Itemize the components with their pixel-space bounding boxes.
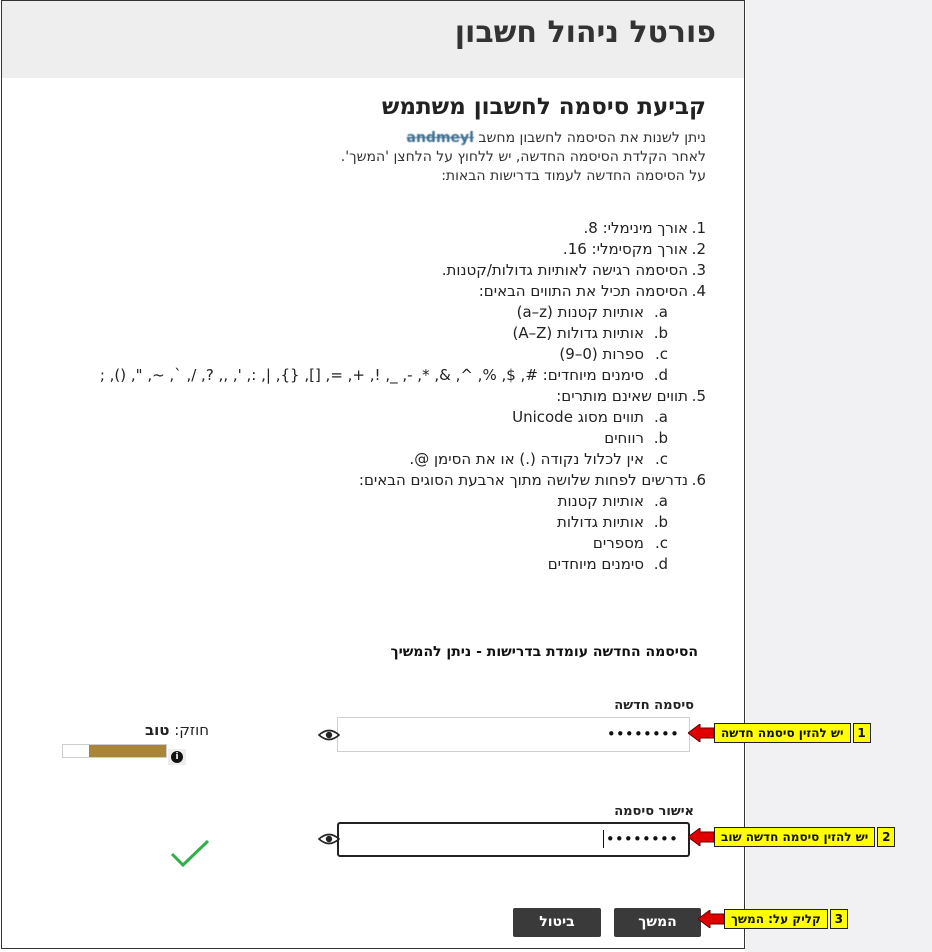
requirement-subitem: c. מספרים — [26, 533, 706, 554]
red-arrow-icon — [698, 910, 724, 928]
requirement-subitem-letter: b. — [653, 324, 668, 342]
requirement-subitem: b. אותיות גדולות — [26, 512, 706, 533]
requirement-subitem-letter: a. — [654, 303, 668, 321]
requirement-subitem-letter: b. — [653, 513, 668, 531]
requirement-subitem-letter: c. — [654, 534, 668, 552]
requirement-number: 4. — [691, 282, 706, 300]
red-arrow-icon — [688, 828, 714, 846]
callout-3-number: 3 — [829, 909, 848, 929]
strength-label: חוזק: — [174, 721, 209, 739]
requirement-subitem: b. אותיות גדולות (A–Z) — [26, 323, 706, 344]
callout-2-number: 2 — [877, 827, 896, 847]
intro-text: ניתן לשנות את הסיסמה לחשבון מחשב andmeyl… — [106, 129, 706, 186]
callout-2: יש להזין סיסמה חדשה שוב 2 — [688, 827, 896, 847]
requirement-subitem-text: ספרות (0–9) — [559, 345, 644, 363]
requirements-list: 1. אורך מינימלי: 8. 2. אורך מקסימלי: 16. 3. ה… — [26, 218, 706, 575]
requirement-subitem: d. סימנים מיוחדים: #, $, %, ^, &, *, -, _… — [26, 365, 706, 386]
red-arrow-icon — [688, 724, 714, 742]
requirement-text: תווים שאינם מותרים: — [556, 387, 688, 405]
account-name: andmeyl — [406, 130, 474, 146]
callout-2-text: יש להזין סיסמה חדשה שוב — [714, 827, 876, 847]
callout-1-text: יש להזין סיסמה חדשה — [714, 723, 851, 743]
requirement-subitem-text: אותיות גדולות — [557, 513, 644, 531]
show-password-icon[interactable] — [318, 728, 340, 742]
strength-meter-fill — [88, 745, 166, 757]
requirement-subitem-letter: a. — [654, 408, 668, 426]
requirement-text: אורך מקסימלי: 16. — [562, 240, 688, 258]
new-password-label: סיסמה חדשה — [614, 698, 694, 713]
requirement-text: הסיסמה תכיל את התווים הבאים: — [478, 282, 688, 300]
requirement-subitem: d. סימנים מיוחדים — [26, 554, 706, 575]
requirement-number: 6. — [691, 471, 706, 489]
requirement-subitem-text: אותיות קטנות (a–z) — [516, 303, 644, 321]
main-panel: פורטל ניהול חשבון קביעת סיסמה לחשבון משת… — [1, 0, 745, 949]
requirement-subitem-text: מספרים — [592, 534, 644, 552]
requirement-subitem-text: אין לכלול נקודה (.) או את הסימן @. — [409, 450, 644, 468]
requirement-subitem-text: אותיות גדולות (A–Z) — [512, 324, 645, 342]
portal-title: פורטל ניהול חשבון — [454, 15, 716, 50]
callout-3: קליק על: המשך 3 — [698, 909, 848, 929]
requirement-subitem-text: סימנים מיוחדים: #, $, %, ^, &, *, -, _, … — [99, 366, 644, 384]
requirement-subitem-letter: c. — [654, 345, 668, 363]
requirement-number: 1. — [691, 219, 706, 237]
confirm-password-label: אישור סיסמה — [614, 804, 694, 819]
intro-line1: ניתן לשנות את הסיסמה לחשבון מחשב — [473, 130, 706, 146]
requirement-subitem-letter: d. — [653, 555, 668, 573]
requirement-subitem-text: תווים מסוג Unicode — [512, 408, 644, 426]
requirement-subitem-letter: b. — [653, 429, 668, 447]
requirement-subitem: c. אין לכלול נקודה (.) או את הסימן @. — [26, 449, 706, 470]
strength-indicator: חוזק: טוב — [145, 721, 209, 739]
requirement-subitem: c. ספרות (0–9) — [26, 344, 706, 365]
intro-line3: על הסיסמה החדשה לעמוד בדרישות הבאות: — [441, 168, 706, 184]
page-title: קביעת סיסמה לחשבון משתמש — [381, 94, 706, 120]
requirement-subitem-letter: d. — [653, 366, 668, 384]
requirement-item: 3. הסיסמה רגישה לאותיות גדולות/קטנות. — [26, 260, 706, 281]
callout-1-number: 1 — [852, 723, 871, 743]
strength-value: טוב — [144, 721, 170, 739]
portal-header: פורטל ניהול חשבון — [2, 1, 744, 78]
confirm-password-value: •••••••• — [605, 830, 678, 848]
requirement-item: 6. נדרשים לפחות שלושה מתוך ארבעת הסוגים ה… — [26, 470, 706, 491]
requirement-item: 2. אורך מקסימלי: 16. — [26, 239, 706, 260]
requirement-subitem: a. אותיות קטנות — [26, 491, 706, 512]
confirm-password-input[interactable]: •••••••• — [337, 822, 690, 857]
requirement-subitem: b. רווחים — [26, 428, 706, 449]
continue-button[interactable]: המשך — [614, 908, 701, 937]
requirement-item: 5. תווים שאינם מותרים: — [26, 386, 706, 407]
new-password-input[interactable]: •••••••• — [337, 717, 690, 752]
info-icon[interactable]: i — [168, 749, 186, 765]
requirement-subitem-letter: a. — [654, 492, 668, 510]
requirement-number: 2. — [691, 240, 706, 258]
background-strip — [746, 0, 932, 952]
intro-line2: לאחר הקלדת הסיסמה החדשה, יש ללחוץ על הלח… — [340, 149, 706, 165]
requirement-text: הסיסמה רגישה לאותיות גדולות/קטנות. — [441, 261, 688, 279]
info-glyph: i — [171, 751, 183, 763]
requirement-subitem: a. תווים מסוג Unicode — [26, 407, 706, 428]
requirement-text: אורך מינימלי: 8. — [583, 219, 688, 237]
requirement-subitem-text: סימנים מיוחדים — [547, 555, 644, 573]
callout-1: יש להזין סיסמה חדשה 1 — [688, 723, 871, 743]
requirement-subitem-text: רווחים — [604, 429, 644, 447]
requirement-subitem-text: אותיות קטנות — [557, 492, 644, 510]
requirement-text: נדרשים לפחות שלושה מתוך ארבעת הסוגים הבא… — [358, 471, 688, 489]
requirement-item: 4. הסיסמה תכיל את התווים הבאים: — [26, 281, 706, 302]
callout-3-text: קליק על: המשך — [724, 909, 828, 929]
requirement-subitem: a. אותיות קטנות (a–z) — [26, 302, 706, 323]
strength-meter — [62, 744, 167, 758]
requirement-item: 1. אורך מינימלי: 8. — [26, 218, 706, 239]
requirement-number: 5. — [691, 387, 706, 405]
cancel-button[interactable]: ביטול — [513, 908, 601, 937]
requirement-number: 3. — [691, 261, 706, 279]
status-message: הסיסמה החדשה עומדת בדרישות - ניתן להמשיך — [390, 644, 698, 660]
requirement-subitem-letter: c. — [654, 450, 668, 468]
match-check-icon — [170, 839, 210, 868]
show-confirm-password-icon[interactable] — [318, 832, 340, 846]
